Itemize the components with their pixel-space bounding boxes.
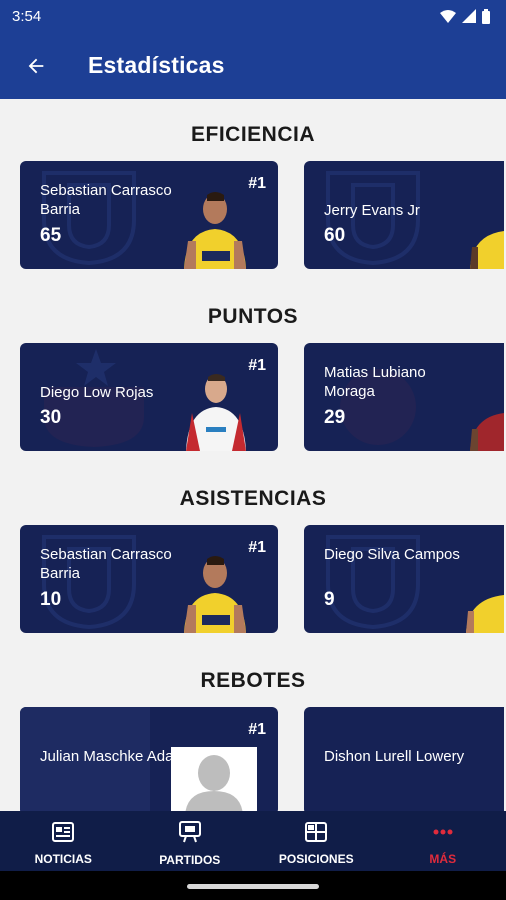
player-value: 9 (324, 589, 335, 610)
player-photo (470, 413, 504, 451)
nav-label: POSICIONES (278, 852, 354, 866)
player-card[interactable]: Sebastian Carrasco Barria 10 #1 (20, 525, 278, 633)
player-value: 29 (324, 407, 346, 428)
player-name: Jerry Evans Jr (324, 202, 420, 219)
player-photo (466, 595, 504, 633)
status-time: 3:54 (12, 7, 42, 25)
nav-label: PARTIDOS (159, 853, 221, 867)
table-icon (305, 822, 328, 842)
player-name: Diego Low Rojas (40, 384, 154, 401)
nav-mas[interactable]: MÁS (380, 811, 506, 871)
player-card[interactable]: Jerry Evans Jr 60 (304, 161, 504, 269)
player-value: 10 (40, 589, 62, 610)
player-card[interactable]: Sebastian Carrasco Barria 65 #1 (20, 161, 278, 269)
more-dots-icon (433, 829, 453, 835)
cards-carousel[interactable]: Diego Low Rojas 30 #1 Matias Lubiano Mor… (0, 343, 506, 451)
player-card[interactable]: Diego Low Rojas 30 #1 (20, 343, 278, 451)
player-name: Dishon Lurell Lowery (324, 748, 465, 765)
newspaper-icon (52, 822, 75, 842)
system-nav-bar (0, 871, 506, 900)
wifi-icon (440, 9, 456, 23)
page-title: Estadísticas (88, 52, 225, 78)
arrow-back-icon (28, 58, 44, 73)
cards-carousel[interactable]: Sebastian Carrasco Barria 10 #1 Diego Si… (0, 525, 506, 633)
section-title: ASISTENCIAS (179, 487, 327, 510)
nav-label: MÁS (429, 852, 457, 866)
section-title: EFICIENCIA (190, 123, 315, 146)
bottom-navigation: NOTICIAS PARTIDOS POSICIONES MÁS (0, 811, 506, 871)
player-photo (184, 556, 246, 633)
team-logo-watermark (326, 535, 420, 629)
nav-noticias[interactable]: NOTICIAS (0, 811, 127, 871)
player-value: 65 (40, 225, 62, 246)
section-rebotes: REBOTES Julian Maschke Adaro #1 Dishon L… (0, 667, 506, 811)
rank-badge: #1 (248, 721, 266, 738)
scoreboard-icon (178, 821, 201, 843)
player-name: Sebastian Carrasco Barria (40, 546, 172, 582)
player-name: Julian Maschke Adaro (40, 748, 187, 765)
stats-content[interactable]: EFICIENCIA Sebastian Carrasco Barria 65 … (0, 99, 506, 811)
player-value: 60 (324, 225, 346, 246)
cards-carousel[interactable]: Sebastian Carrasco Barria 65 #1 Jerry Ev… (0, 161, 506, 269)
status-bar: 3:54 (0, 0, 506, 32)
nav-label: NOTICIAS (34, 852, 92, 866)
battery-icon (482, 8, 490, 24)
player-card[interactable]: Julian Maschke Adaro #1 (20, 707, 278, 811)
player-name: Sebastian Carrasco Barria (40, 182, 172, 218)
section-title: PUNTOS (207, 305, 299, 328)
player-card[interactable]: Diego Silva Campos 9 (304, 525, 504, 633)
signal-icon (462, 9, 476, 23)
status-icons (440, 8, 490, 24)
section-eficiencia: EFICIENCIA Sebastian Carrasco Barria 65 … (0, 121, 506, 269)
player-card[interactable]: Matias Lubiano Moraga 29 (304, 343, 504, 451)
cards-carousel[interactable]: Julian Maschke Adaro #1 Dishon Lurell Lo… (0, 707, 506, 811)
section-asistencias: ASISTENCIAS Sebastian Carrasco Barria 10… (0, 485, 506, 633)
player-photo (186, 374, 246, 451)
person-silhouette-icon (185, 755, 243, 811)
nav-partidos[interactable]: PARTIDOS (127, 811, 254, 871)
player-photo (470, 231, 504, 269)
section-puntos: PUNTOS Diego Low Rojas 30 #1 Matias Lubi… (0, 303, 506, 451)
player-value: 30 (40, 407, 62, 428)
nav-posiciones[interactable]: POSICIONES (253, 811, 380, 871)
player-photo (184, 192, 246, 269)
player-card[interactable]: Dishon Lurell Lowery (304, 707, 504, 811)
back-button[interactable] (0, 32, 72, 99)
section-title: REBOTES (200, 669, 306, 692)
player-photo-placeholder (171, 747, 257, 811)
app-bar: Estadísticas (0, 32, 506, 99)
player-name: Matias Lubiano Moraga (324, 364, 426, 400)
player-name: Diego Silva Campos (324, 546, 460, 563)
home-gesture-handle[interactable] (187, 884, 319, 889)
